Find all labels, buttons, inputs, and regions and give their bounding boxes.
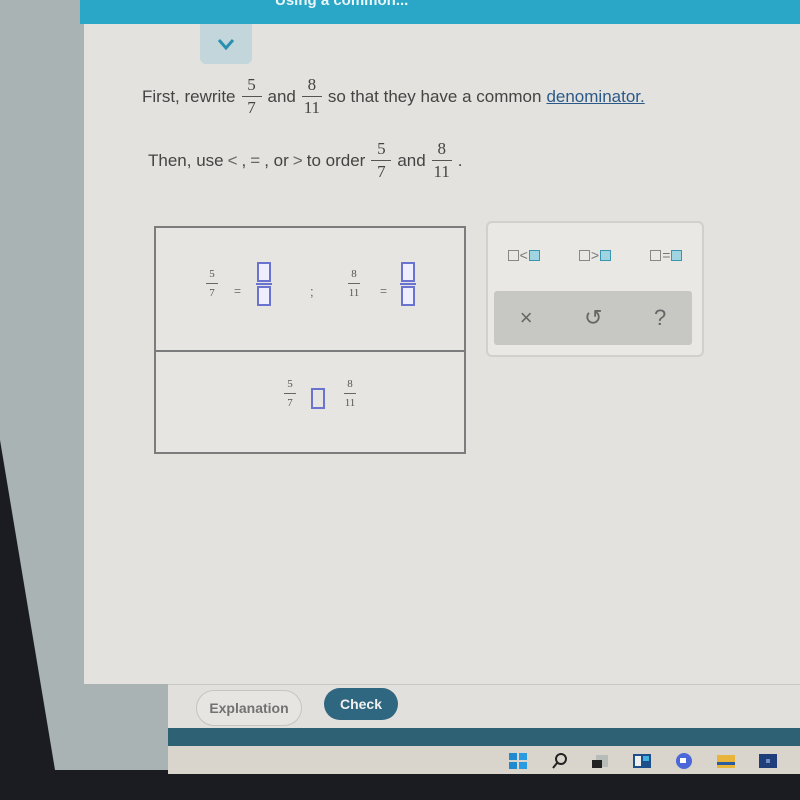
search-icon[interactable]	[550, 752, 570, 770]
numerator: 5	[287, 378, 293, 390]
box-icon	[600, 249, 612, 261]
fraction-8-11: 8 11	[344, 378, 356, 409]
fraction-bar	[206, 283, 218, 284]
prompt-line-2: Then, use < , = , or > to order 5 7 and …	[148, 140, 462, 181]
fraction-bar	[371, 160, 392, 161]
fraction-bar	[241, 96, 262, 97]
fraction-input-5-7	[256, 262, 272, 306]
fraction-5-7: 5 7	[284, 378, 296, 409]
numerator: 5	[377, 139, 386, 158]
fraction-bar	[301, 96, 322, 97]
denominator-input[interactable]	[257, 286, 271, 306]
numerator: 8	[347, 378, 353, 390]
chevron-down-icon	[217, 39, 235, 51]
fraction-input-8-11	[400, 262, 416, 306]
greater-than-button[interactable]: >	[578, 247, 612, 263]
conjunction: and	[267, 86, 296, 106]
undo-icon[interactable]: ↺	[584, 305, 602, 331]
fraction-8-11: 8 11	[431, 139, 452, 181]
greater-than-symbol: >	[292, 150, 303, 170]
comparison-input[interactable]	[311, 388, 325, 409]
store-icon[interactable]	[758, 752, 778, 770]
operator-label: =	[662, 247, 671, 263]
fraction-bar	[344, 393, 356, 394]
bottom-band	[168, 728, 800, 746]
clear-icon[interactable]: ×	[520, 305, 533, 331]
collapse-toggle[interactable]	[200, 24, 252, 64]
fraction-8-11: 8 11	[348, 268, 360, 299]
prompt-suffix: so that they have a common	[327, 86, 542, 106]
fraction-5-7: 5 7	[371, 139, 392, 181]
rewrite-row: 5 7 = ; 8 11 =	[156, 228, 464, 352]
help-icon[interactable]: ?	[654, 305, 666, 331]
equals-button[interactable]: =	[650, 247, 683, 263]
denominator: 11	[348, 287, 360, 299]
prompt-mid: to order	[306, 150, 366, 170]
denominator: 11	[344, 397, 356, 409]
windows-start-icon[interactable]	[508, 752, 528, 770]
fraction-bar	[284, 393, 296, 394]
fraction-8-11: 8 11	[301, 75, 322, 117]
operator-label: <	[519, 247, 528, 263]
numerator: 8	[437, 139, 446, 158]
comma: ,	[241, 150, 247, 170]
fraction-bar	[431, 160, 452, 161]
fraction-bar	[256, 283, 272, 285]
header-bar: Using a common...	[80, 0, 800, 24]
chat-icon[interactable]	[674, 752, 694, 770]
separator: ;	[310, 284, 314, 299]
compare-row: 5 7 8 11	[156, 352, 464, 452]
file-explorer-icon[interactable]	[716, 752, 736, 770]
fraction-bar	[400, 283, 416, 285]
explanation-button[interactable]: Explanation	[196, 690, 302, 726]
less-than-symbol: <	[227, 150, 238, 170]
box-icon	[650, 249, 662, 261]
denominator-link[interactable]: denominator.	[546, 87, 644, 107]
denominator: 7	[287, 397, 293, 409]
prompt-line-1: First, rewrite 5 7 and 8 11 so that they…	[142, 76, 645, 117]
action-row: × ↺ ?	[494, 291, 692, 345]
denominator: 11	[433, 162, 450, 181]
numerator: 5	[209, 268, 215, 280]
box-icon	[671, 249, 683, 261]
denominator: 7	[209, 287, 215, 299]
numerator: 8	[351, 268, 357, 280]
equals-symbol: =	[250, 150, 261, 170]
box-icon	[528, 249, 540, 261]
box-icon	[507, 249, 519, 261]
header-title: Using a common...	[275, 0, 409, 9]
math-keypad: < > = × ↺ ?	[486, 221, 704, 357]
less-than-button[interactable]: <	[507, 247, 540, 263]
fraction-bar	[348, 283, 360, 284]
numerator: 8	[307, 75, 317, 94]
equals-sign: =	[380, 284, 388, 298]
fraction-5-7: 5 7	[241, 75, 262, 117]
numerator-input[interactable]	[401, 262, 415, 282]
box-icon	[578, 249, 590, 261]
fraction-5-7: 5 7	[206, 268, 218, 299]
numerator: 5	[247, 75, 256, 94]
denominator-input[interactable]	[401, 286, 415, 306]
monitor-bezel	[0, 774, 800, 800]
widgets-icon[interactable]	[632, 752, 652, 770]
period: .	[457, 150, 463, 170]
prompt-prefix: Then, use	[148, 150, 224, 170]
check-button[interactable]: Check	[324, 688, 398, 720]
taskbar	[168, 746, 800, 774]
conjunction: and	[397, 150, 426, 170]
operator-label: >	[590, 247, 600, 263]
answer-box: 5 7 = ; 8 11 = 5 7 8 11	[154, 226, 466, 454]
prompt-prefix: First, rewrite	[142, 86, 236, 106]
denominator: 7	[247, 98, 256, 117]
task-view-icon[interactable]	[590, 752, 610, 770]
denominator: 7	[377, 162, 386, 181]
operator-row: < > =	[488, 247, 702, 263]
equals-sign: =	[234, 284, 242, 298]
comma-or: , or	[264, 150, 289, 170]
numerator-input[interactable]	[257, 262, 271, 282]
denominator: 11	[303, 98, 321, 117]
